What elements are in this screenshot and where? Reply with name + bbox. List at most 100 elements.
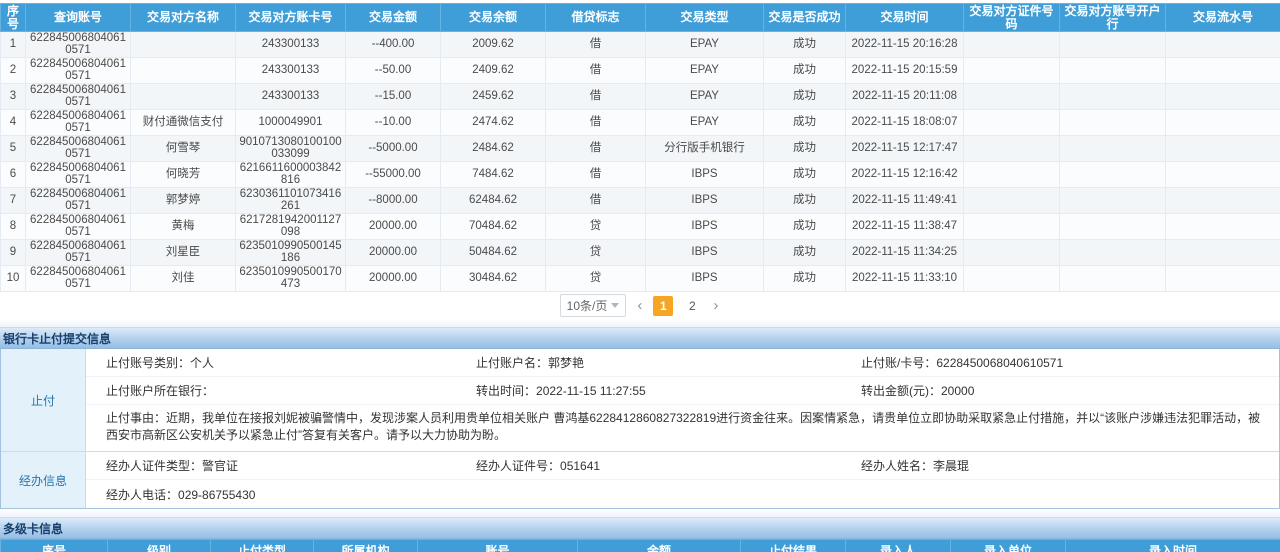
cell-counterparty-bank — [1060, 214, 1166, 240]
cards-section-title: 多级卡信息 — [0, 517, 1280, 539]
cell-serial-no — [1166, 32, 1280, 58]
cell-counterparty-name — [131, 58, 236, 84]
col-header-entry-time: 录入时间 — [1066, 540, 1280, 552]
col-header-counterparty-card: 交易对方账卡号 — [236, 4, 346, 32]
cell-amount: --55000.00 — [346, 162, 441, 188]
col-header-counterparty-name: 交易对方名称 — [131, 4, 236, 32]
cell-counterparty-card: 6230361101073416261 — [236, 188, 346, 214]
col-header-entry-unit: 录入单位 — [951, 540, 1066, 552]
cell-counterparty-name: 刘星臣 — [131, 240, 236, 266]
table-row[interactable]: 8 6228450068040610571 黄梅 621728194200112… — [1, 214, 1280, 240]
cell-amount: --400.00 — [346, 32, 441, 58]
cell-transaction-time: 2022-11-15 18:08:07 — [846, 110, 964, 136]
cell-counterparty-bank — [1060, 240, 1166, 266]
group-label-stop: 止付 — [1, 349, 86, 451]
cell-debit-credit-flag: 借 — [546, 84, 646, 110]
cell-query-account: 6228450068040610571 — [26, 136, 131, 162]
cell-success-status: 成功 — [764, 214, 846, 240]
cell-debit-credit-flag: 贷 — [546, 214, 646, 240]
cell-counterparty-name: 何晓芳 — [131, 162, 236, 188]
field-label: 经办人姓名： — [861, 459, 933, 473]
col-header-transaction-time: 交易时间 — [846, 4, 964, 32]
cell-counterparty-card: 243300133 — [236, 84, 346, 110]
cell-serial-no — [1166, 214, 1280, 240]
cell-amount: --50.00 — [346, 58, 441, 84]
table-row[interactable]: 9 6228450068040610571 刘星臣 62350109905001… — [1, 240, 1280, 266]
stop-payment-page: 序号 查询账号 交易对方名称 交易对方账卡号 交易金额 交易余额 借贷标志 交易… — [0, 3, 1280, 552]
cell-balance: 2009.62 — [441, 32, 546, 58]
field-transfer-time: 转出时间：2022-11-15 11:27:55 — [476, 382, 861, 399]
cell-counterparty-id — [964, 110, 1060, 136]
cell-debit-credit-flag: 借 — [546, 110, 646, 136]
cell-debit-credit-flag: 借 — [546, 136, 646, 162]
field-account-type: 止付账号类别：个人 — [86, 354, 476, 371]
field-label: 转出金额(元)： — [861, 384, 941, 398]
cell-counterparty-card: 1000049901 — [236, 110, 346, 136]
cell-transaction-type: IBPS — [646, 162, 764, 188]
cell-counterparty-id — [964, 240, 1060, 266]
cell-serial-no — [1166, 240, 1280, 266]
cell-counterparty-name: 财付通微信支付 — [131, 110, 236, 136]
cell-counterparty-card: 9010713080100100033099 — [236, 136, 346, 162]
multi-level-cards-table: 序号 级别 止付类型 所属机构 账号 余额 止付结果 录入人 录入单位 录入时间… — [0, 539, 1280, 552]
page-button-1[interactable]: 1 — [653, 296, 673, 316]
field-label: 止付账/卡号： — [861, 356, 936, 370]
field-value: 郭梦艳 — [548, 356, 584, 370]
cell-query-account: 6228450068040610571 — [26, 84, 131, 110]
cell-counterparty-id — [964, 162, 1060, 188]
cell-query-account: 6228450068040610571 — [26, 188, 131, 214]
table-row[interactable]: 4 6228450068040610571 财付通微信支付 1000049901… — [1, 110, 1280, 136]
cell-counterparty-bank — [1060, 58, 1166, 84]
cell-query-account: 6228450068040610571 — [26, 266, 131, 292]
field-value: 2022-11-15 11:27:55 — [536, 384, 646, 398]
field-account-name: 止付账户名：郭梦艳 — [476, 354, 861, 371]
table-row[interactable]: 7 6228450068040610571 郭梦婷 62303611010734… — [1, 188, 1280, 214]
field-label: 止付事由： — [106, 411, 166, 425]
cell-transaction-type: EPAY — [646, 110, 764, 136]
col-header-seq: 序号 — [1, 540, 108, 552]
cell-query-account: 6228450068040610571 — [26, 110, 131, 136]
cell-balance: 30484.62 — [441, 266, 546, 292]
cell-counterparty-bank — [1060, 188, 1166, 214]
cell-transaction-type: 分行版手机银行 — [646, 136, 764, 162]
table-row[interactable]: 2 6228450068040610571 243300133 --50.00 … — [1, 58, 1280, 84]
cell-counterparty-id — [964, 188, 1060, 214]
cell-success-status: 成功 — [764, 110, 846, 136]
field-value: 近期，我单位在接报刘妮被骗警情中，发现涉案人员利用贵单位相关账户 曹鸿基6228… — [106, 411, 1260, 442]
next-page-button[interactable]: › — [711, 297, 720, 315]
operator-info-group: 经办信息 经办人证件类型：警官证 经办人证件号：051641 经办人姓名：李晨琨… — [1, 451, 1279, 508]
page-button-2[interactable]: 2 — [682, 296, 702, 316]
cell-seq: 1 — [1, 32, 26, 58]
col-header-debit-credit-flag: 借贷标志 — [546, 4, 646, 32]
cell-serial-no — [1166, 136, 1280, 162]
table-row[interactable]: 10 6228450068040610571 刘佳 62350109905001… — [1, 266, 1280, 292]
table-row[interactable]: 1 6228450068040610571 243300133 --400.00… — [1, 32, 1280, 58]
col-header-seq: 序号 — [1, 4, 26, 32]
page-size-select[interactable]: 10条/页 — [560, 294, 627, 317]
field-value: 029-86755430 — [178, 488, 255, 502]
cell-transaction-time: 2022-11-15 12:16:42 — [846, 162, 964, 188]
table-row[interactable]: 6 6228450068040610571 何晓芳 62166116000038… — [1, 162, 1280, 188]
cell-debit-credit-flag: 贷 — [546, 240, 646, 266]
cell-transaction-time: 2022-11-15 20:16:28 — [846, 32, 964, 58]
field-label: 经办人证件类型： — [106, 459, 202, 473]
cell-seq: 10 — [1, 266, 26, 292]
cell-counterparty-name — [131, 32, 236, 58]
col-header-balance: 余额 — [578, 540, 741, 552]
cell-seq: 8 — [1, 214, 26, 240]
prev-page-button[interactable]: ‹ — [635, 297, 644, 315]
field-bank: 止付账户所在银行： — [86, 382, 476, 399]
cell-seq: 3 — [1, 84, 26, 110]
cell-seq: 5 — [1, 136, 26, 162]
table-row[interactable]: 3 6228450068040610571 243300133 --15.00 … — [1, 84, 1280, 110]
cell-amount: --8000.00 — [346, 188, 441, 214]
cell-counterparty-bank — [1060, 84, 1166, 110]
cell-balance: 7484.62 — [441, 162, 546, 188]
col-header-serial-no: 交易流水号 — [1166, 4, 1280, 32]
table-row[interactable]: 5 6228450068040610571 何雪琴 90107130801001… — [1, 136, 1280, 162]
transactions-header-row: 序号 查询账号 交易对方名称 交易对方账卡号 交易金额 交易余额 借贷标志 交易… — [1, 4, 1280, 32]
col-header-stop-type: 止付类型 — [211, 540, 314, 552]
cell-debit-credit-flag: 借 — [546, 188, 646, 214]
cell-counterparty-id — [964, 266, 1060, 292]
col-header-query-account: 查询账号 — [26, 4, 131, 32]
